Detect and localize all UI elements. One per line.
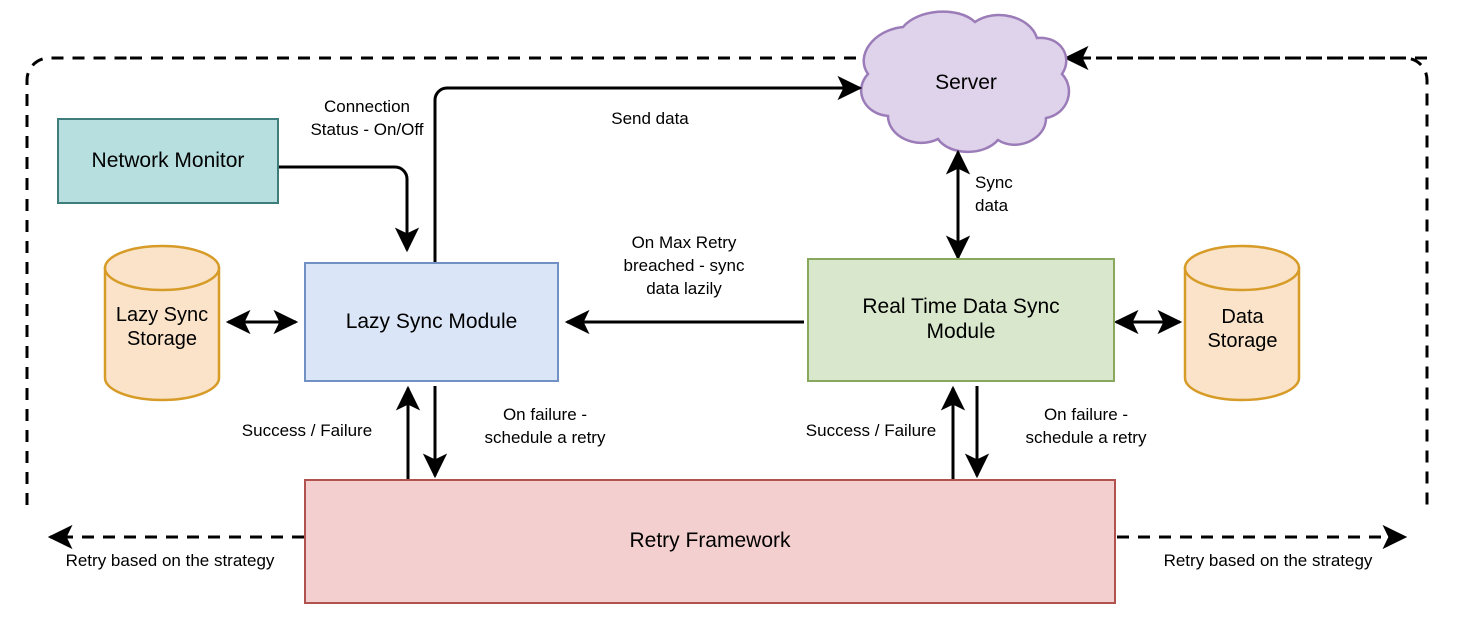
node-retry-framework[interactable] xyxy=(304,479,1116,604)
node-lazy-sync-module[interactable] xyxy=(304,262,559,382)
edge-send-data xyxy=(433,75,863,262)
server-cloud-shape xyxy=(859,10,1071,154)
lazy-sync-storage-shape xyxy=(103,244,221,402)
edge-connection-status xyxy=(278,165,420,253)
diagram-canvas: Network Monitor Lazy Sync Module Real Ti… xyxy=(0,0,1472,634)
data-storage-shape xyxy=(1183,244,1301,402)
node-network-monitor[interactable] xyxy=(57,118,279,204)
node-real-time-module[interactable] xyxy=(807,258,1115,382)
